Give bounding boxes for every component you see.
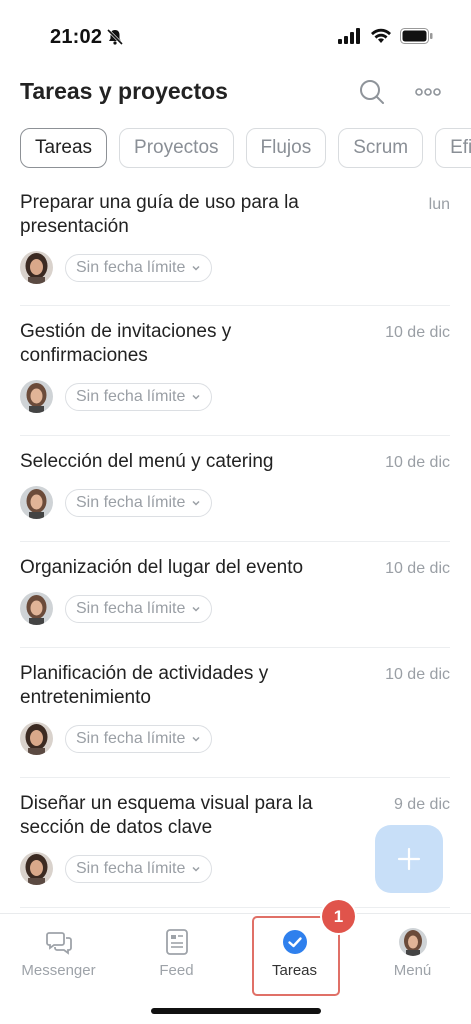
task-list: Preparar una guía de uso para la present… — [0, 178, 471, 908]
add-task-button[interactable] — [375, 825, 443, 893]
task-meta: Sin fecha límite — [20, 486, 450, 519]
task-date: 9 de dic — [393, 796, 450, 813]
chevron-down-icon — [192, 866, 200, 872]
tab-proyectos[interactable]: Proyectos — [119, 128, 234, 168]
deadline-label: Sin fecha límite — [76, 387, 186, 405]
deadline-selector[interactable]: Sin fecha límite — [65, 724, 213, 753]
deadline-selector[interactable]: Sin fecha límite — [65, 253, 213, 282]
task-date: lun — [428, 196, 450, 213]
chevron-down-icon — [192, 265, 200, 271]
tab-flujos[interactable]: Flujos — [245, 128, 327, 168]
wifi-icon — [371, 28, 391, 43]
avatar — [20, 722, 53, 755]
task-title: Planificación de actividades y entreteni… — [20, 663, 269, 708]
task-meta: Sin fecha límite — [20, 380, 450, 413]
deadline-selector[interactable]: Sin fecha límite — [65, 594, 213, 623]
tab-bar: Tareas Proyectos Flujos Scrum Efi — [20, 128, 471, 168]
deadline-label: Sin fecha límite — [76, 729, 186, 747]
avatar — [20, 592, 53, 625]
task-item[interactable]: Preparar una guía de uso para la present… — [20, 178, 450, 306]
avatar — [398, 928, 427, 956]
signal-icon — [338, 28, 360, 44]
deadline-selector[interactable]: Sin fecha límite — [65, 382, 213, 411]
deadline-label: Sin fecha límite — [76, 493, 186, 511]
step-badge: 1 — [322, 900, 355, 933]
plus-icon — [397, 847, 421, 871]
task-date: 10 de dic — [385, 560, 450, 577]
tab-scrum[interactable]: Scrum — [338, 128, 424, 168]
deadline-selector[interactable]: Sin fecha límite — [65, 854, 213, 883]
search-icon[interactable] — [358, 78, 386, 106]
home-indicator — [151, 1008, 321, 1014]
more-options-icon[interactable] — [413, 80, 443, 104]
avatar — [20, 251, 53, 284]
tab-eficiencia[interactable]: Efi — [435, 128, 471, 168]
status-indicators — [338, 28, 433, 44]
task-item[interactable]: Planificación de actividades y entreteni… — [20, 648, 450, 778]
task-title: Organización del lugar del evento — [20, 557, 304, 578]
page-title: Tareas y proyectos — [20, 78, 228, 104]
nav-label: Messenger — [21, 962, 96, 979]
deadline-label: Sin fecha límite — [76, 599, 186, 617]
task-meta: Sin fecha límite — [20, 722, 450, 755]
nav-menu[interactable]: Menú — [354, 914, 471, 1000]
task-item[interactable]: Gestión de invitaciones y confirmaciones… — [20, 306, 450, 436]
header: Tareas y proyectos — [0, 72, 471, 116]
nav-label: Feed — [159, 962, 194, 979]
task-item[interactable]: Selección del menú y catering 10 de dic … — [20, 436, 450, 542]
nav-messenger[interactable]: Messenger — [0, 914, 117, 1000]
chat-bubbles-icon — [45, 932, 72, 955]
task-date: 10 de dic — [385, 666, 450, 683]
chevron-down-icon — [192, 736, 200, 742]
deadline-label: Sin fecha límite — [76, 859, 186, 877]
task-meta: Sin fecha límite — [20, 251, 450, 284]
task-title: Gestión de invitaciones y confirmaciones — [20, 321, 232, 366]
feed-icon — [165, 929, 188, 955]
avatar — [20, 380, 53, 413]
bell-off-icon — [106, 28, 124, 46]
task-date: 10 de dic — [385, 454, 450, 471]
deadline-selector[interactable]: Sin fecha límite — [65, 488, 213, 517]
task-item[interactable]: Organización del lugar del evento 10 de … — [20, 542, 450, 648]
task-meta: Sin fecha límite — [20, 592, 450, 625]
nav-label: Menú — [393, 962, 432, 979]
deadline-label: Sin fecha límite — [76, 258, 186, 276]
chevron-down-icon — [192, 500, 200, 506]
task-title: Selección del menú y catering — [20, 451, 274, 472]
task-title: Diseñar un esquema visual para la secció… — [20, 793, 313, 838]
battery-icon — [400, 28, 433, 44]
status-bar: 21:02 — [0, 0, 471, 70]
task-date: 10 de dic — [385, 324, 450, 341]
chevron-down-icon — [192, 394, 200, 400]
chevron-down-icon — [192, 606, 200, 612]
task-title: Preparar una guía de uso para la present… — [20, 192, 299, 237]
avatar — [20, 852, 53, 885]
nav-feed[interactable]: Feed — [118, 914, 235, 1000]
avatar — [20, 486, 53, 519]
status-time: 21:02 — [50, 26, 103, 48]
tab-tareas[interactable]: Tareas — [20, 128, 108, 168]
